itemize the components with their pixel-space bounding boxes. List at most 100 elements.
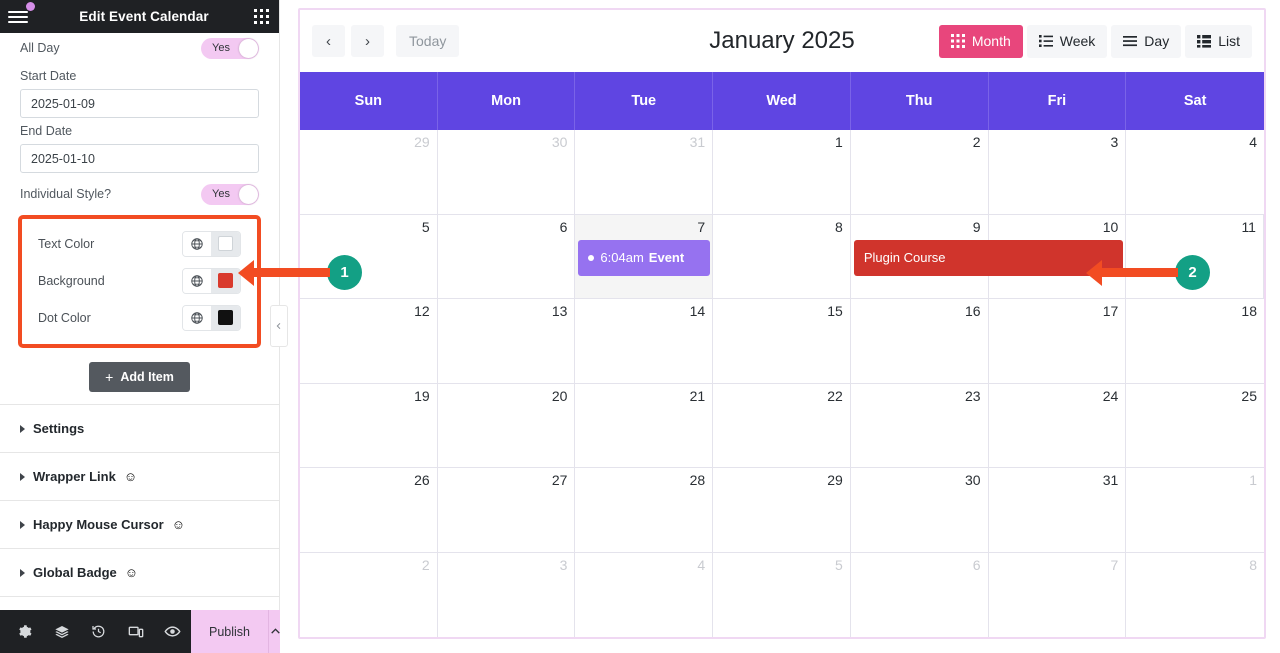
- responsive-icon[interactable]: [117, 610, 154, 653]
- individual-style-toggle[interactable]: Yes: [201, 183, 259, 205]
- calendar-day-cell[interactable]: 17: [989, 299, 1127, 383]
- start-date-input[interactable]: 2025-01-09: [20, 89, 259, 118]
- calendar-toolbar: ‹ › Today January 2025 Month Week Day Li…: [300, 10, 1264, 72]
- list-bullet-icon: [1038, 34, 1053, 48]
- layers-icon[interactable]: [43, 610, 80, 653]
- sidebar-section-global-badge[interactable]: Global Badge ☺: [0, 549, 279, 597]
- calendar-day-cell[interactable]: 30: [438, 130, 576, 214]
- add-item-label: Add Item: [120, 370, 174, 384]
- sidebar-footer: Publish: [0, 610, 282, 653]
- day-number: 3: [559, 556, 568, 573]
- calendar-day-cell[interactable]: 28: [575, 468, 714, 552]
- calendar-day-cell[interactable]: 4: [575, 552, 714, 637]
- calendar-day-cell[interactable]: 22: [713, 383, 851, 467]
- collapse-panel-handle[interactable]: [270, 305, 288, 347]
- event-time: 6:04am: [600, 250, 644, 265]
- calendar-day-cell[interactable]: 1: [713, 130, 851, 214]
- calendar-nav-group: ‹ › Today: [312, 25, 460, 57]
- calendar-day-cell[interactable]: 2: [300, 552, 438, 637]
- all-day-toggle[interactable]: Yes: [201, 37, 259, 59]
- event-tue-7[interactable]: 6:04am Event: [578, 239, 711, 276]
- calendar-day-cell[interactable]: 23: [851, 383, 989, 467]
- calendar-day-cell[interactable]: 6: [851, 552, 989, 637]
- background-color-swatch-button[interactable]: [211, 268, 240, 293]
- day-number: 11: [1241, 218, 1256, 235]
- background-color-label: Background: [38, 273, 105, 288]
- day-number: 4: [697, 556, 706, 573]
- calendar-day-cell[interactable]: 25: [1126, 384, 1264, 468]
- editor-sidebar: Edit Event Calendar All Day Yes Start Da…: [0, 0, 288, 653]
- calendar-day-cell[interactable]: 29: [713, 468, 851, 552]
- globe-icon[interactable]: [183, 305, 211, 330]
- view-button-week[interactable]: Week: [1026, 24, 1108, 58]
- globe-icon[interactable]: [183, 231, 211, 256]
- dot-color-swatch-button[interactable]: [211, 305, 240, 330]
- all-day-row: All Day Yes: [0, 33, 279, 63]
- sidebar-section-wrapper-link[interactable]: Wrapper Link ☺: [0, 453, 279, 501]
- calendar-day-cell[interactable]: 15: [713, 299, 851, 383]
- calendar-day-cell[interactable]: 4: [1126, 130, 1264, 214]
- next-month-button[interactable]: ›: [351, 25, 384, 57]
- calendar-day-cell[interactable]: 27: [438, 468, 576, 552]
- day-number: 17: [1102, 303, 1119, 319]
- view-button-list[interactable]: List: [1185, 24, 1252, 58]
- calendar-day-cell[interactable]: 1: [1126, 468, 1264, 552]
- calendar-day-cell[interactable]: 13: [438, 299, 576, 383]
- end-date-input[interactable]: 2025-01-10: [20, 144, 259, 173]
- view-button-day[interactable]: Day: [1111, 24, 1182, 58]
- settings-gear-icon[interactable]: [6, 610, 43, 653]
- calendar-day-cell[interactable]: 6: [438, 214, 576, 298]
- prev-month-button[interactable]: ‹: [312, 25, 345, 57]
- calendar-day-cell[interactable]: 3: [438, 552, 576, 637]
- calendar-day-cell[interactable]: 5: [300, 214, 438, 298]
- individual-style-toggle-value: Yes: [212, 187, 230, 200]
- calendar-day-cell[interactable]: 19: [300, 383, 438, 467]
- apps-grid-icon[interactable]: [254, 9, 269, 24]
- background-color-picker[interactable]: [182, 267, 241, 294]
- publish-button[interactable]: Publish: [191, 610, 268, 653]
- day-number: 1: [835, 134, 843, 150]
- globe-icon[interactable]: [183, 268, 211, 293]
- calendar-day-cell[interactable]: 3: [989, 130, 1127, 214]
- sidebar-section-settings[interactable]: Settings: [0, 405, 279, 453]
- text-color-picker[interactable]: [182, 230, 241, 257]
- history-icon[interactable]: [80, 610, 117, 653]
- add-item-button[interactable]: + Add Item: [89, 362, 190, 392]
- event-plugin-course[interactable]: Plugin Course: [853, 239, 1124, 276]
- calendar-day-cell[interactable]: 31: [575, 130, 714, 214]
- publish-label: Publish: [209, 624, 250, 639]
- view-button-month[interactable]: Month: [938, 24, 1023, 58]
- preview-eye-icon[interactable]: [154, 610, 191, 653]
- today-button[interactable]: Today: [396, 25, 460, 57]
- calendar-day-cell[interactable]: 24: [989, 383, 1127, 467]
- day-number: 13: [551, 303, 568, 319]
- background-color-row: Background: [22, 262, 257, 299]
- calendar-day-cell[interactable]: 2: [851, 130, 989, 214]
- calendar-day-cell[interactable]: 8: [713, 214, 851, 298]
- calendar-day-cell[interactable]: 16: [851, 299, 989, 383]
- calendar-day-cell[interactable]: 7: [989, 552, 1127, 637]
- calendar-day-cell[interactable]: 14: [575, 299, 714, 383]
- hamburger-icon[interactable]: [8, 1, 35, 28]
- sidebar-section-label: Global Badge: [33, 565, 117, 580]
- calendar-day-cell[interactable]: 11: [1126, 214, 1264, 298]
- sidebar-header: Edit Event Calendar: [0, 0, 279, 33]
- calendar-day-cell[interactable]: 8: [1126, 553, 1264, 638]
- calendar-day-cell[interactable]: 21: [575, 383, 714, 467]
- calendar-day-cell[interactable]: 31: [989, 468, 1127, 552]
- calendar-day-cell[interactable]: 12: [300, 299, 438, 383]
- dot-color-picker[interactable]: [182, 304, 241, 331]
- all-day-label: All Day: [20, 41, 60, 55]
- sidebar-section-happy-mouse-cursor[interactable]: Happy Mouse Cursor ☺: [0, 501, 279, 549]
- plus-icon: +: [105, 369, 114, 385]
- calendar-day-cell[interactable]: 29: [300, 130, 438, 214]
- day-number: 15: [827, 303, 843, 319]
- calendar-day-cell[interactable]: 20: [438, 383, 576, 467]
- calendar-day-cell[interactable]: 18: [1126, 299, 1264, 383]
- calendar-weekday-header: Sun Mon Tue Wed Thu Fri Sat: [300, 72, 1264, 130]
- calendar-day-cell[interactable]: 30: [851, 468, 989, 552]
- calendar-day-cell[interactable]: 26: [300, 468, 438, 552]
- text-color-swatch-button[interactable]: [211, 231, 240, 256]
- calendar-day-cell[interactable]: 5: [713, 552, 851, 637]
- day-number: 10: [1102, 218, 1119, 235]
